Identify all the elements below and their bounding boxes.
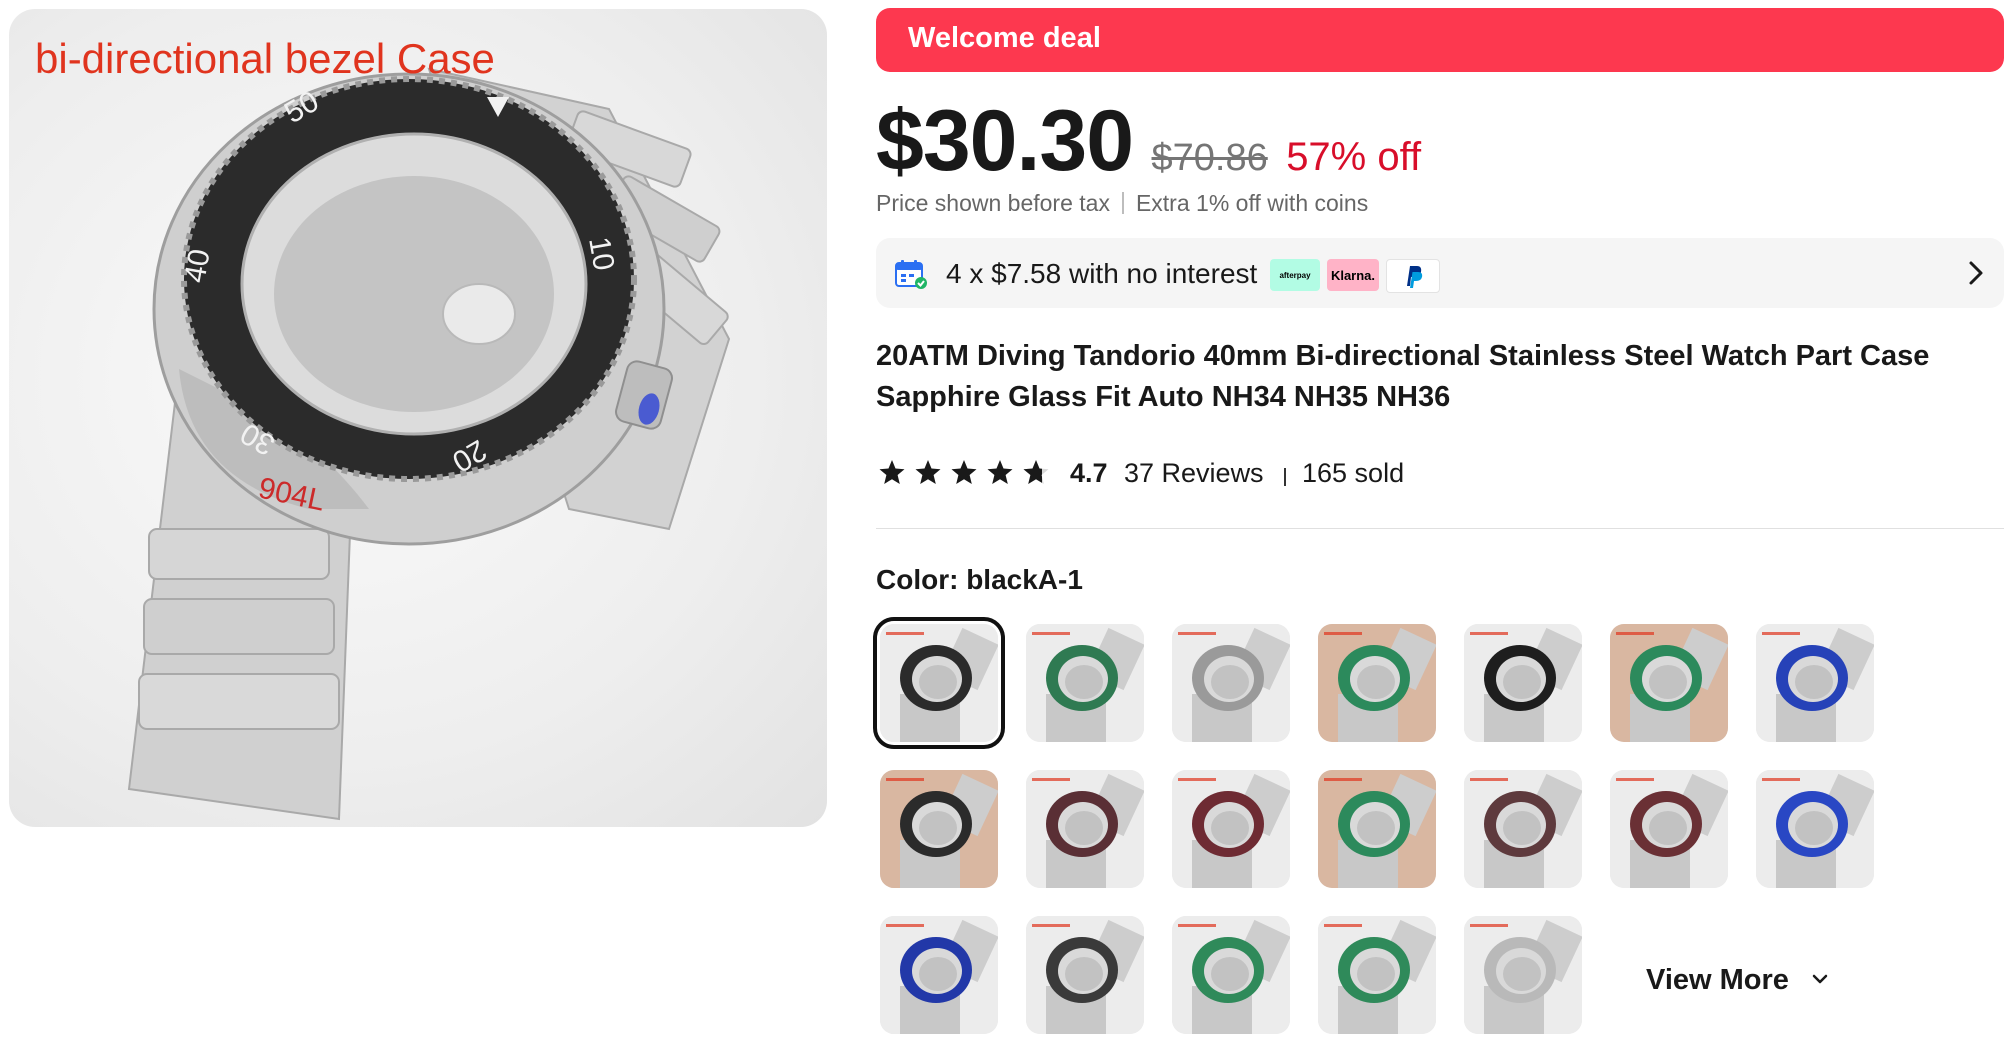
color-swatch[interactable] [1172, 916, 1290, 1034]
swatch-watch-thumbnail [880, 770, 998, 888]
klarna-logo: Klarna. [1327, 259, 1379, 291]
chevron-down-icon [1812, 974, 1828, 984]
swatch-watch-thumbnail [1026, 916, 1144, 1034]
swatch-watch-thumbnail [1464, 770, 1582, 888]
swatch-watch-thumbnail [1464, 916, 1582, 1034]
color-swatch[interactable] [1610, 624, 1728, 742]
color-swatch[interactable] [1318, 916, 1436, 1034]
swatch-watch-thumbnail [1318, 624, 1436, 742]
color-swatch[interactable] [1756, 624, 1874, 742]
color-swatch[interactable] [880, 770, 998, 888]
product-title-line-1: 20ATM Diving Tandorio 40mm Bi-directiona… [876, 340, 1930, 372]
paypal-icon [1407, 266, 1423, 288]
afterpay-logo: afterpay [1270, 259, 1320, 291]
price-row: $30.30 $70.86 57% off [876, 92, 1422, 189]
swatch-watch-thumbnail [1464, 624, 1582, 742]
color-swatch[interactable] [1464, 916, 1582, 1034]
product-main-image[interactable]: 50 40 30 20 10 904L bi-directional bezel… [9, 9, 827, 827]
discount-percent: 57% off [1286, 135, 1422, 179]
color-swatch[interactable] [1610, 770, 1728, 888]
star-icon [879, 460, 905, 484]
star-icon [951, 460, 977, 484]
color-swatch[interactable] [1756, 770, 1874, 888]
color-swatch[interactable] [880, 916, 998, 1034]
color-swatch[interactable] [1464, 770, 1582, 888]
color-swatch[interactable] [1318, 624, 1436, 742]
rating-value: 4.7 [1070, 458, 1108, 488]
star-icon [987, 460, 1013, 484]
color-swatch[interactable] [1172, 770, 1290, 888]
chevron-right-icon[interactable] [1968, 260, 1984, 286]
welcome-deal-banner[interactable]: Welcome deal [876, 8, 2004, 72]
price-notes: Price shown before tax Extra 1% off with … [876, 190, 1368, 217]
color-label: Color: blackA-1 [876, 564, 1083, 595]
swatch-watch-thumbnail [1610, 624, 1728, 742]
swatch-watch-thumbnail [1026, 624, 1144, 742]
swatch-watch-thumbnail [1026, 770, 1144, 888]
star-icon [915, 460, 941, 484]
color-swatch[interactable] [1026, 624, 1144, 742]
color-swatch[interactable] [1026, 770, 1144, 888]
color-swatch[interactable] [1318, 770, 1436, 888]
swatch-watch-thumbnail [1172, 916, 1290, 1034]
reviews-link[interactable]: 37 Reviews [1124, 458, 1264, 489]
color-swatch[interactable] [873, 617, 1005, 749]
welcome-deal-label: Welcome deal [908, 22, 1101, 54]
sold-count: 165 sold [1302, 458, 1405, 488]
swatch-watch-thumbnail [1756, 770, 1874, 888]
installment-payment-row[interactable]: 4 x $7.58 with no interest afterpay Klar… [876, 238, 2004, 308]
current-price: $30.30 [876, 93, 1134, 189]
view-more-button[interactable]: View More [1646, 964, 1829, 997]
coins-note: Extra 1% off with coins [1135, 190, 1369, 216]
color-swatch[interactable] [1172, 624, 1290, 742]
tax-note: Price shown before tax [876, 190, 1110, 216]
note-separator [1121, 192, 1124, 214]
section-divider [876, 528, 2004, 529]
image-overlay-caption: bi-directional bezel Case [35, 35, 495, 82]
watch-case-illustration: 50 40 30 20 10 904L [127, 67, 731, 821]
view-more-label: View More [1646, 964, 1789, 996]
bezel-number-40: 40 [178, 247, 216, 286]
product-title: 20ATM Diving Tandorio 40mm Bi-directiona… [876, 336, 2004, 418]
swatch-watch-thumbnail [1610, 770, 1728, 888]
product-title-line-2: Sapphire Glass Fit Auto NH34 NH35 NH36 [876, 381, 1451, 413]
rating-separator [1284, 468, 1286, 486]
installment-text: 4 x $7.58 with no interest [946, 258, 1258, 289]
star-rating-icons [879, 460, 1049, 484]
swatch-watch-thumbnail [880, 916, 998, 1034]
swatch-watch-thumbnail [1172, 770, 1290, 888]
calendar-icon [895, 260, 927, 289]
original-price: $70.86 [1151, 137, 1268, 179]
swatch-watch-thumbnail [1318, 770, 1436, 888]
partial-star-icon [1023, 460, 1049, 484]
bezel-number-10: 10 [582, 234, 620, 273]
color-swatch[interactable] [1026, 916, 1144, 1034]
swatch-watch-thumbnail [880, 624, 998, 742]
swatch-watch-thumbnail [1172, 624, 1290, 742]
paypal-logo [1386, 259, 1440, 293]
swatch-watch-thumbnail [1318, 916, 1436, 1034]
swatch-watch-thumbnail [1756, 624, 1874, 742]
color-swatch[interactable] [1464, 624, 1582, 742]
